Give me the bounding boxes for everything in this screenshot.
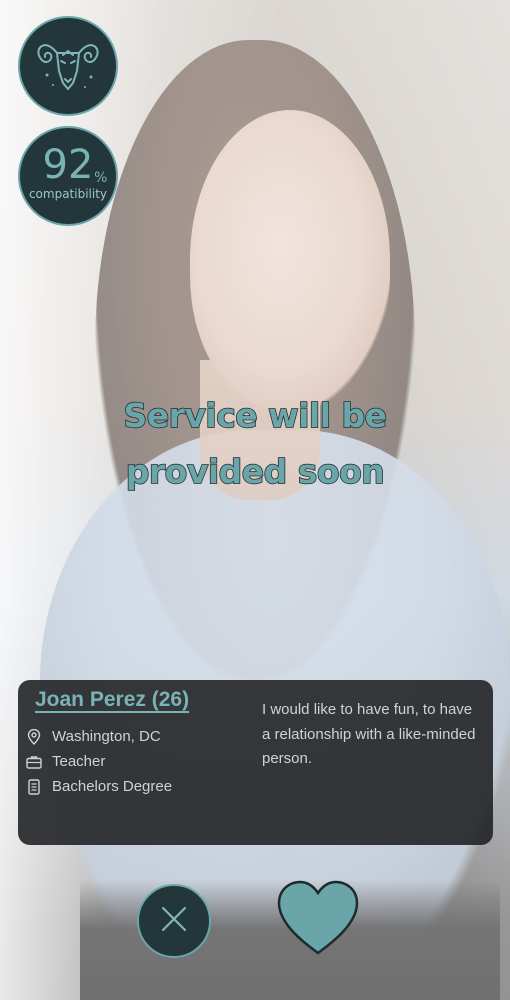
close-icon <box>159 904 189 938</box>
profile-details: Washington, DC Teacher Bachelors Degree <box>26 724 172 799</box>
profile-bio: I would like to have fun, to have a rela… <box>262 701 476 767</box>
profile-education: Bachelors Degree <box>26 774 172 799</box>
profile-card: Joan Perez (26) Washington, DC Teacher B… <box>18 680 493 845</box>
briefcase-icon <box>26 754 42 770</box>
book-icon <box>26 778 42 795</box>
service-notice-line1: Service will be <box>123 395 388 436</box>
zodiac-badge[interactable] <box>18 16 118 116</box>
reject-button[interactable] <box>137 884 211 958</box>
heart-icon <box>275 879 361 961</box>
compatibility-value: 92% <box>42 142 108 188</box>
aries-ram-icon <box>33 31 103 101</box>
profile-location: Washington, DC <box>26 724 172 749</box>
location-text: Washington, DC <box>52 728 161 745</box>
location-pin-icon <box>26 728 42 745</box>
compatibility-label: compatibility <box>28 187 108 201</box>
compatibility-unit: % <box>94 170 108 186</box>
like-button[interactable] <box>274 880 362 960</box>
education-text: Bachelors Degree <box>52 778 173 795</box>
occupation-text: Teacher <box>52 753 106 770</box>
profile-occupation: Teacher <box>26 749 172 774</box>
service-notice-line2: provided soon <box>125 451 385 492</box>
service-notice: Service will be provided soon <box>0 388 510 500</box>
profile-name[interactable]: Joan Perez (26) <box>35 688 189 712</box>
compatibility-badge: 92% compatibility <box>18 126 118 226</box>
